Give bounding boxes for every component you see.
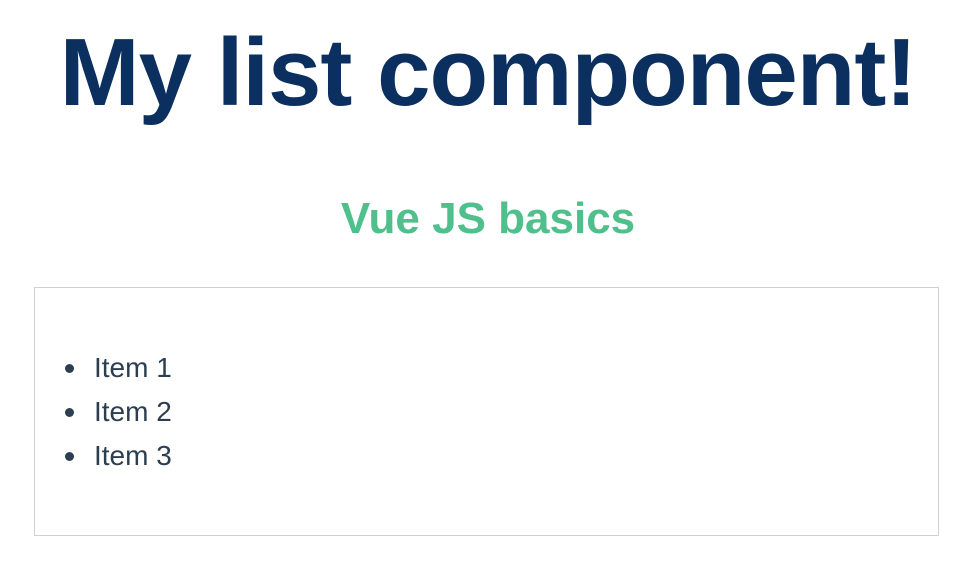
bullet-icon bbox=[65, 452, 74, 461]
bullet-icon bbox=[65, 408, 74, 417]
page-subtitle: Vue JS basics bbox=[340, 194, 636, 243]
list-item-label: Item 1 bbox=[94, 352, 172, 383]
list-item: Item 2 bbox=[65, 390, 172, 434]
bullet-icon bbox=[65, 364, 74, 373]
item-list: Item 1 Item 2 Item 3 bbox=[65, 346, 172, 478]
list-container: Item 1 Item 2 Item 3 bbox=[34, 287, 939, 536]
list-item-label: Item 2 bbox=[94, 396, 172, 427]
page-title: My list component! bbox=[59, 19, 918, 126]
list-item: Item 3 bbox=[65, 434, 172, 478]
list-item-label: Item 3 bbox=[94, 440, 172, 471]
list-item: Item 1 bbox=[65, 346, 172, 390]
